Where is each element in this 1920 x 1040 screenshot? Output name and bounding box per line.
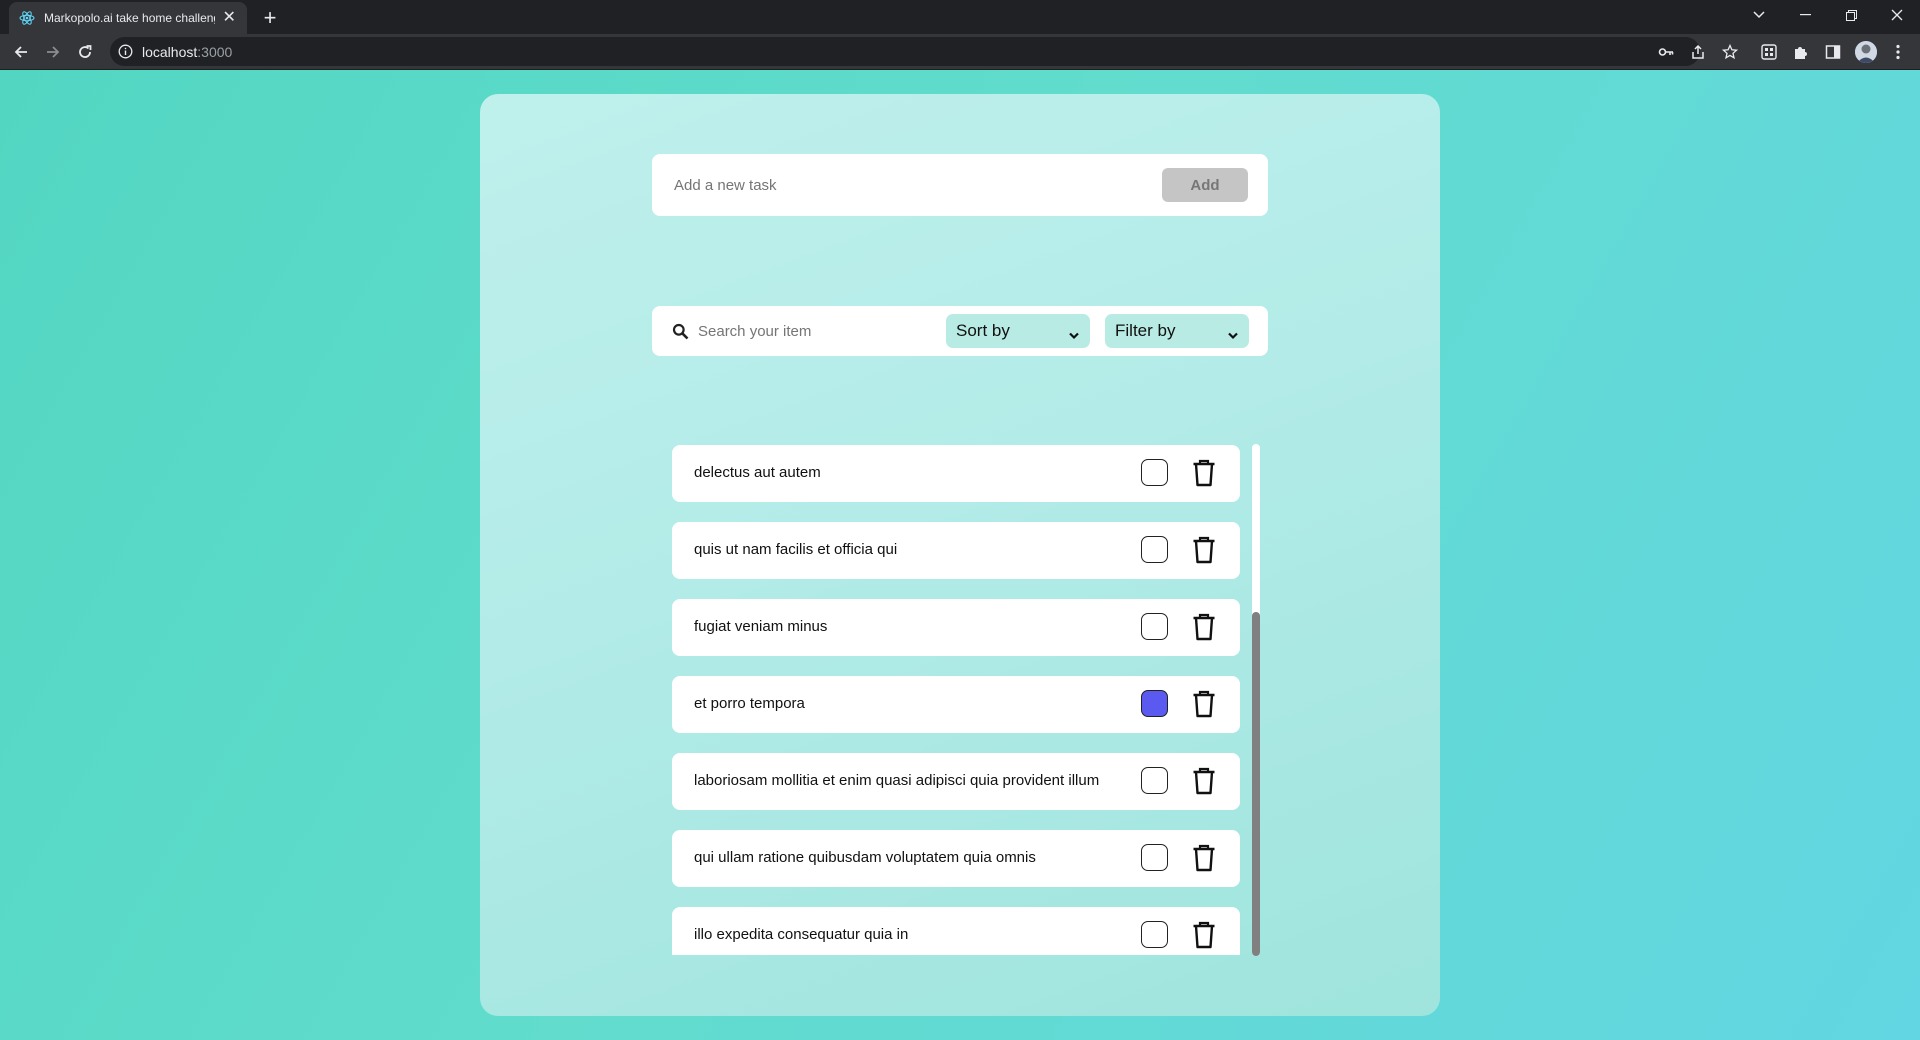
restore-button[interactable] xyxy=(1828,0,1874,30)
extensions-puzzle-icon[interactable] xyxy=(1791,42,1811,62)
filter-by-label: Filter by xyxy=(1115,321,1176,340)
share-icon[interactable] xyxy=(1688,42,1708,62)
search-input[interactable] xyxy=(698,319,938,343)
task-title: illo expedita consequatur quia in xyxy=(694,926,909,943)
url-text: localhost:3000 xyxy=(142,44,232,60)
task-checkbox[interactable] xyxy=(1141,844,1168,871)
trash-icon[interactable] xyxy=(1192,536,1216,564)
task-list: delectus aut autem quis ut nam facilis e… xyxy=(672,445,1240,955)
task-title: fugiat veniam minus xyxy=(694,618,828,635)
extension-qr-icon[interactable] xyxy=(1759,42,1779,62)
browser-menu-icon[interactable] xyxy=(1888,42,1908,62)
sort-by-select[interactable]: Sort by xyxy=(946,314,1090,348)
sort-by-label: Sort by xyxy=(956,321,1010,340)
minimize-button[interactable] xyxy=(1782,0,1828,30)
add-button[interactable]: Add xyxy=(1162,168,1248,202)
task-title: laboriosam mollitia et enim quasi adipis… xyxy=(694,772,1100,789)
back-icon[interactable] xyxy=(7,38,35,66)
site-info-icon[interactable] xyxy=(118,44,133,59)
task-title: quis ut nam facilis et officia qui xyxy=(694,541,898,558)
search-filter-bar: Sort by Filter by xyxy=(652,306,1268,356)
search-icon xyxy=(672,323,689,340)
trash-icon[interactable] xyxy=(1192,459,1216,487)
task-title: et porro tempora xyxy=(694,695,805,712)
new-task-input[interactable] xyxy=(674,172,1144,198)
task-item: laboriosam mollitia et enim quasi adipis… xyxy=(672,753,1240,810)
task-checkbox[interactable] xyxy=(1141,767,1168,794)
url-host: localhost xyxy=(142,44,198,60)
tab-close-icon[interactable]: ✕ xyxy=(221,10,237,26)
key-icon[interactable] xyxy=(1656,42,1676,62)
task-checkbox[interactable] xyxy=(1141,536,1168,563)
task-item: et porro tempora xyxy=(672,676,1240,733)
scrollbar-thumb[interactable] xyxy=(1252,612,1260,956)
tab-title: Markopolo.ai take home challenge xyxy=(44,11,216,25)
task-checkbox[interactable] xyxy=(1141,921,1168,948)
trash-icon[interactable] xyxy=(1192,613,1216,641)
task-item: qui ullam ratione quibusdam voluptatem q… xyxy=(672,830,1240,887)
todo-card: Add Sort by Filter by delectus xyxy=(480,94,1440,1016)
chevron-down-icon xyxy=(1068,326,1080,340)
page-viewport: Add Sort by Filter by delectus xyxy=(0,70,1920,1040)
tab-search-icon[interactable] xyxy=(1736,0,1782,30)
react-icon xyxy=(19,10,35,26)
trash-icon[interactable] xyxy=(1192,921,1216,949)
bookmark-star-icon[interactable] xyxy=(1720,42,1740,62)
chevron-down-icon xyxy=(1227,326,1239,340)
task-checkbox[interactable] xyxy=(1141,690,1168,717)
add-task-bar: Add xyxy=(652,154,1268,216)
close-window-button[interactable] xyxy=(1874,0,1920,30)
task-checkbox[interactable] xyxy=(1141,459,1168,486)
browser-tab-strip: Markopolo.ai take home challenge ✕ + xyxy=(0,0,1920,34)
forward-icon[interactable] xyxy=(39,38,67,66)
task-title: qui ullam ratione quibusdam voluptatem q… xyxy=(694,849,1036,866)
task-title: delectus aut autem xyxy=(694,464,821,481)
task-checkbox[interactable] xyxy=(1141,613,1168,640)
task-item: quis ut nam facilis et officia qui xyxy=(672,522,1240,579)
filter-by-select[interactable]: Filter by xyxy=(1105,314,1249,348)
browser-tab[interactable]: Markopolo.ai take home challenge ✕ xyxy=(9,2,247,34)
url-port: :3000 xyxy=(197,44,233,60)
reload-icon[interactable] xyxy=(71,38,99,66)
new-tab-button[interactable]: + xyxy=(256,4,284,32)
task-item: illo expedita consequatur quia in xyxy=(672,907,1240,955)
trash-icon[interactable] xyxy=(1192,690,1216,718)
task-item: fugiat veniam minus xyxy=(672,599,1240,656)
address-bar[interactable]: localhost:3000 xyxy=(110,37,1700,66)
trash-icon[interactable] xyxy=(1192,844,1216,872)
task-item: delectus aut autem xyxy=(672,445,1240,502)
side-panel-icon[interactable] xyxy=(1823,42,1843,62)
browser-toolbar: localhost:3000 xyxy=(0,34,1920,70)
profile-avatar[interactable] xyxy=(1855,41,1877,63)
trash-icon[interactable] xyxy=(1192,767,1216,795)
